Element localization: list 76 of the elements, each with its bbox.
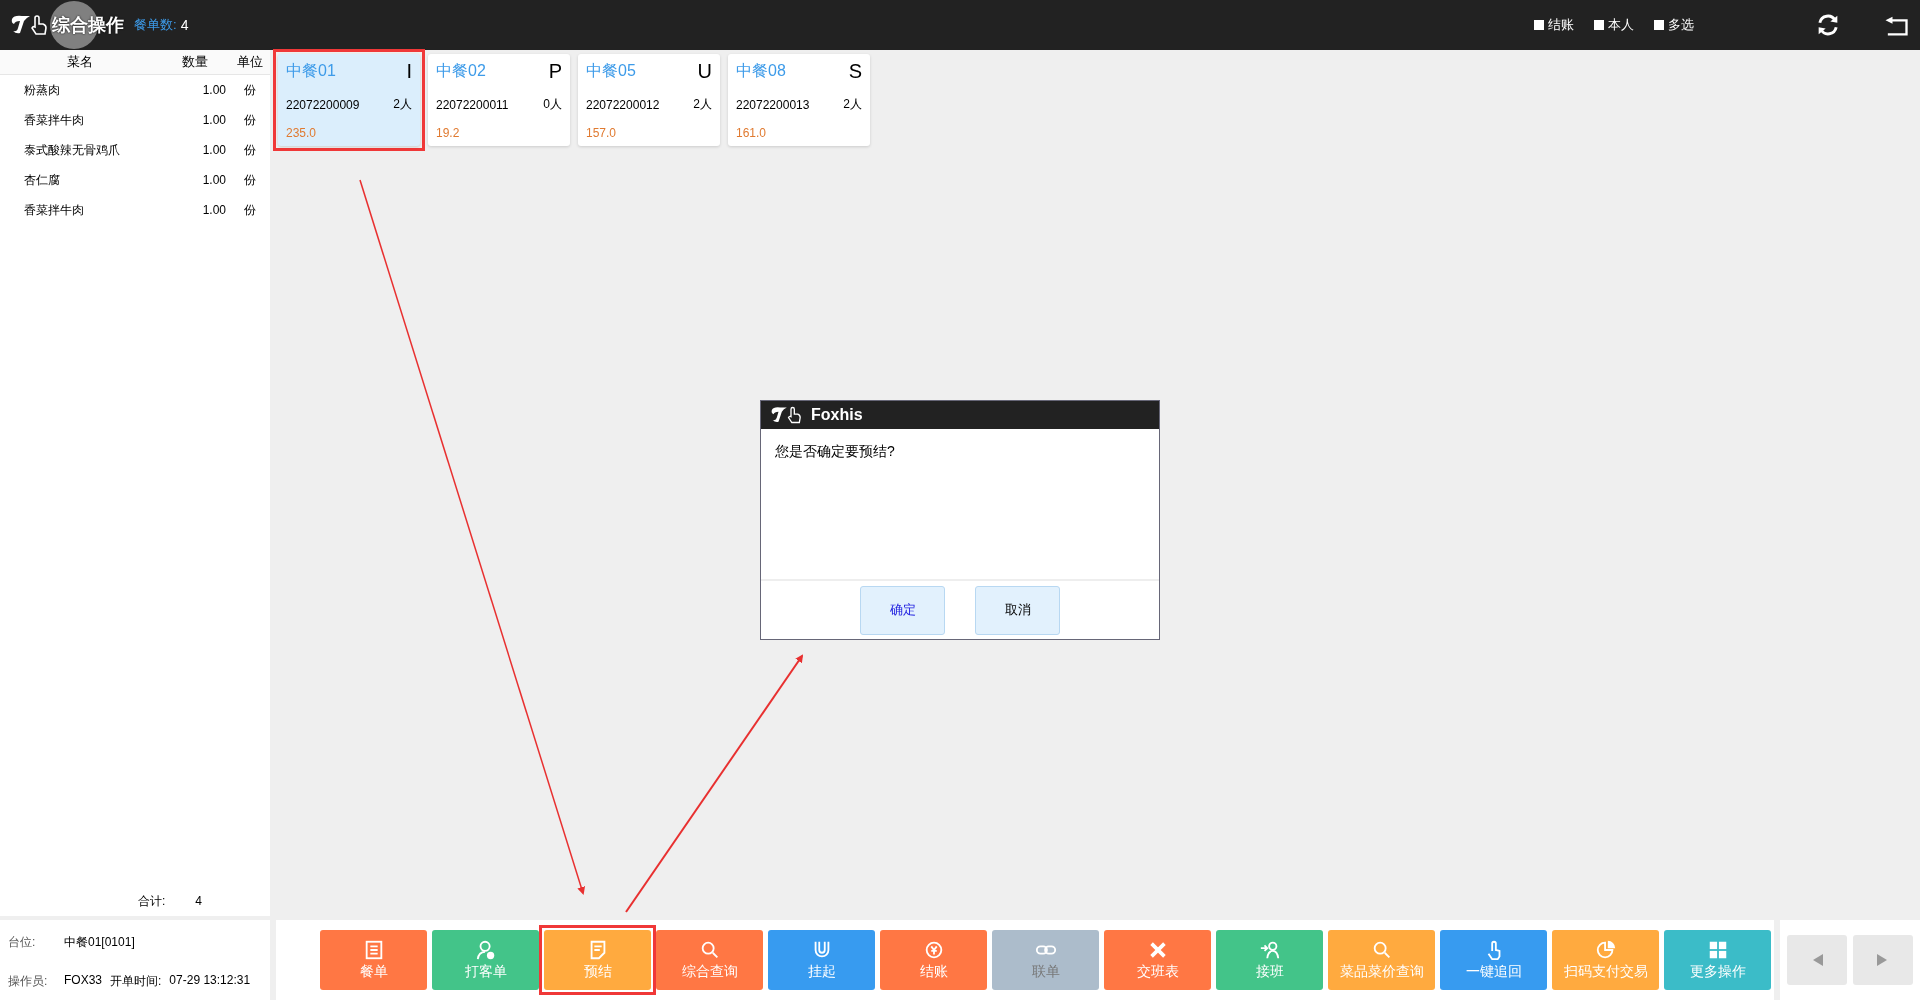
order-card[interactable]: 中餐08 S 22072200013 2人 161.0 xyxy=(728,54,870,146)
table-name: 中餐05 xyxy=(586,61,636,81)
order-number: 22072200011 xyxy=(436,97,509,112)
table-cell-text: 1.00 xyxy=(201,143,227,157)
order-amount: 235.0 xyxy=(286,126,318,140)
filter-checkbox[interactable]: 本人 xyxy=(1594,16,1634,34)
logo-icon xyxy=(10,13,48,37)
table-name: 中餐02 xyxy=(436,61,486,81)
action-button[interactable]: 餐单 xyxy=(320,930,427,990)
order-count: 4 xyxy=(180,17,189,33)
filter-checkbox[interactable]: 结账 xyxy=(1534,16,1574,34)
field-label: 台位: xyxy=(8,934,37,951)
order-number: 22072200009 xyxy=(286,97,360,112)
status-letter: P xyxy=(548,60,562,83)
table-cell-text: 香菜拌牛肉 xyxy=(23,111,85,129)
table-cell-text: 杏仁腐 xyxy=(23,171,61,189)
column-header: 单位 xyxy=(236,53,264,71)
guest-count: 2人 xyxy=(393,96,412,113)
action-button[interactable]: 结账 xyxy=(880,930,987,990)
order-amount: 19.2 xyxy=(436,126,461,140)
dialog-button[interactable]: 确定 xyxy=(860,585,945,635)
action-button: 联单 xyxy=(992,930,1099,990)
action-button[interactable]: 综合查询 xyxy=(656,930,763,990)
dialog-button[interactable]: 取消 xyxy=(975,585,1060,635)
person-icon xyxy=(474,939,497,961)
guest-count: 2人 xyxy=(843,96,862,113)
total-label: 合计: xyxy=(138,892,166,910)
status-letter: U xyxy=(697,60,712,83)
order-amount: 157.0 xyxy=(586,126,618,140)
table-cell-text: 份 xyxy=(243,201,257,219)
field-label: 开单时间: xyxy=(110,973,162,990)
filter-checkbox[interactable]: 多选 xyxy=(1654,16,1694,34)
table-name: 中餐01 xyxy=(286,61,336,81)
table-name: 中餐08 xyxy=(736,61,786,81)
total-value: 4 xyxy=(195,894,203,908)
order-amount: 161.0 xyxy=(736,126,768,140)
person-arrow-icon xyxy=(1258,939,1281,961)
guest-count: 2人 xyxy=(693,96,712,113)
table-cell-text: 粉蒸肉 xyxy=(23,81,61,99)
column-header: 数量 xyxy=(181,53,209,71)
action-button[interactable]: 一键追回 xyxy=(1440,930,1547,990)
field-value: 中餐01[0101] xyxy=(64,934,135,951)
order-number: 22072200013 xyxy=(736,97,810,112)
table-cell-text: 1.00 xyxy=(201,173,227,187)
action-button[interactable]: 交班表 xyxy=(1104,930,1211,990)
column-header: 菜名 xyxy=(66,53,94,71)
table-cell-text: 泰式酸辣无骨鸡爪 xyxy=(23,141,121,159)
dialog-message: 您是否确定要预结? xyxy=(775,443,895,459)
table-cell-text: 1.00 xyxy=(201,83,227,97)
table-cell-text: 香菜拌牛肉 xyxy=(23,201,85,219)
table-cell-text: 份 xyxy=(243,111,257,129)
action-button[interactable]: 预结 xyxy=(544,930,651,990)
order-number: 22072200012 xyxy=(586,97,660,112)
action-button[interactable]: 更多操作 xyxy=(1664,930,1771,990)
field-value: 07-29 13:12:31 xyxy=(169,973,251,989)
field-value: FOX33 xyxy=(64,973,102,989)
status-letter: S xyxy=(848,60,862,83)
table-cell-text: 份 xyxy=(243,81,257,99)
guest-count: 0人 xyxy=(543,96,562,113)
dialog-title: Foxhis xyxy=(811,406,863,424)
status-letter: I xyxy=(406,60,412,83)
field-label: 操作员: xyxy=(8,973,49,990)
table-cell-text: 1.00 xyxy=(201,203,227,217)
table-cell-text: 1.00 xyxy=(201,113,227,127)
action-button[interactable]: 扫码支付交易 xyxy=(1552,930,1659,990)
order-card[interactable]: 中餐02 P 22072200011 0人 19.2 xyxy=(428,54,570,146)
action-button[interactable]: 挂起 xyxy=(768,930,875,990)
order-card[interactable]: 中餐05 U 22072200012 2人 157.0 xyxy=(578,54,720,146)
action-button[interactable]: 打客单 xyxy=(432,930,539,990)
action-button[interactable]: 菜品菜价查询 xyxy=(1328,930,1435,990)
table-cell-text: 份 xyxy=(243,141,257,159)
action-button[interactable]: 接班 xyxy=(1216,930,1323,990)
table-cell-text: 份 xyxy=(243,171,257,189)
order-card[interactable]: 中餐01 I 22072200009 2人 235.0 xyxy=(278,54,420,146)
pie-chart-icon xyxy=(1594,939,1617,961)
order-count-label: 餐单数: xyxy=(134,16,177,34)
